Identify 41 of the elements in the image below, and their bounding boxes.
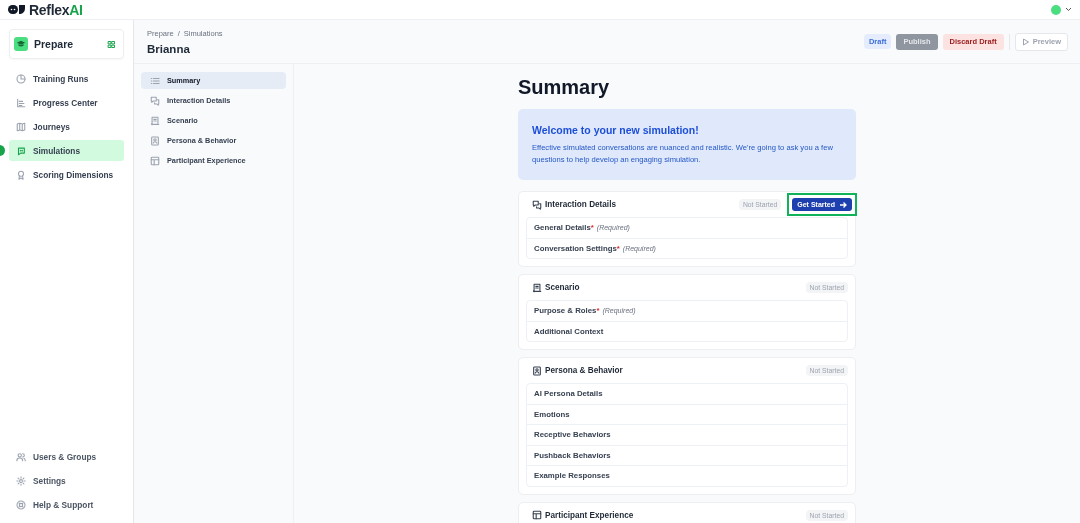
page-title: Brianna xyxy=(147,42,191,55)
grid-icon xyxy=(107,39,116,49)
workspace-label: Prepare xyxy=(34,38,75,50)
sidebar-item[interactable]: Users & Groups xyxy=(9,446,124,467)
id-card-icon xyxy=(532,365,542,376)
help-icon xyxy=(16,499,26,510)
arrow-right-icon xyxy=(839,200,847,209)
chevron-down-icon[interactable] xyxy=(1065,7,1072,12)
chat-bubbles-icon xyxy=(150,95,160,106)
scroll-icon xyxy=(532,282,542,293)
summary-heading: Summary xyxy=(518,76,611,99)
welcome-title: Welcome to your new simulation! xyxy=(532,124,700,136)
layout-icon xyxy=(532,510,542,520)
sidebar-item[interactable]: Help & Support xyxy=(9,494,124,515)
logo-icon xyxy=(8,4,26,15)
graduation-cap-icon xyxy=(14,37,28,51)
id-card-icon xyxy=(150,135,160,146)
chat-bot-icon xyxy=(16,145,26,156)
section-title: Interaction Details xyxy=(545,200,617,209)
logo-wordmark: ReflexAI xyxy=(29,1,83,18)
users-icon xyxy=(16,451,26,462)
list-icon xyxy=(150,75,160,86)
map-icon xyxy=(16,121,26,132)
section-title: Scenario xyxy=(545,283,581,292)
section-title: Persona & Behavior xyxy=(545,366,624,375)
sidebar-item[interactable]: Progress Center xyxy=(9,92,124,113)
sidebar-item[interactable]: Settings xyxy=(9,470,124,491)
play-icon xyxy=(1021,37,1030,46)
award-icon xyxy=(16,169,26,180)
sidebar-item[interactable]: Scoring Dimensions xyxy=(9,164,124,185)
active-indicator xyxy=(0,145,5,156)
layout-icon xyxy=(150,155,160,166)
sidebar-item[interactable]: Training Runs xyxy=(9,68,124,89)
bar-chart-icon xyxy=(16,97,26,108)
pie-chart-icon xyxy=(16,73,26,84)
workspace-switcher[interactable]: Prepare xyxy=(9,29,124,59)
chat-bubbles-icon xyxy=(532,199,542,210)
settings-icon xyxy=(16,475,26,486)
section-title: Participant Experience xyxy=(545,510,635,520)
scroll-icon xyxy=(150,115,160,126)
sidebar-item[interactable]: Journeys xyxy=(9,116,124,137)
